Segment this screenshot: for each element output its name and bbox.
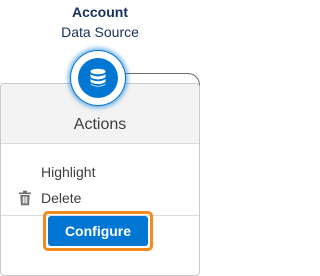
data-source-node[interactable] xyxy=(71,51,125,105)
trash-icon xyxy=(19,190,31,206)
menu-item-label: Highlight xyxy=(41,164,96,180)
node-actions-menu: Actions Highlight Delete Configure xyxy=(0,83,200,276)
configure-focus-ring: Configure xyxy=(43,211,153,251)
node-title: Account xyxy=(72,4,128,20)
configure-button[interactable]: Configure xyxy=(48,216,148,246)
menu-item-highlight[interactable]: Highlight xyxy=(1,158,199,186)
database-icon xyxy=(90,68,106,87)
node-subtitle: Data Source xyxy=(61,24,139,40)
menu-item-label: Delete xyxy=(41,190,82,206)
menu-item-delete[interactable]: Delete xyxy=(1,184,199,212)
menu-header-label: Actions xyxy=(73,116,127,133)
node-icon-badge xyxy=(78,58,118,98)
